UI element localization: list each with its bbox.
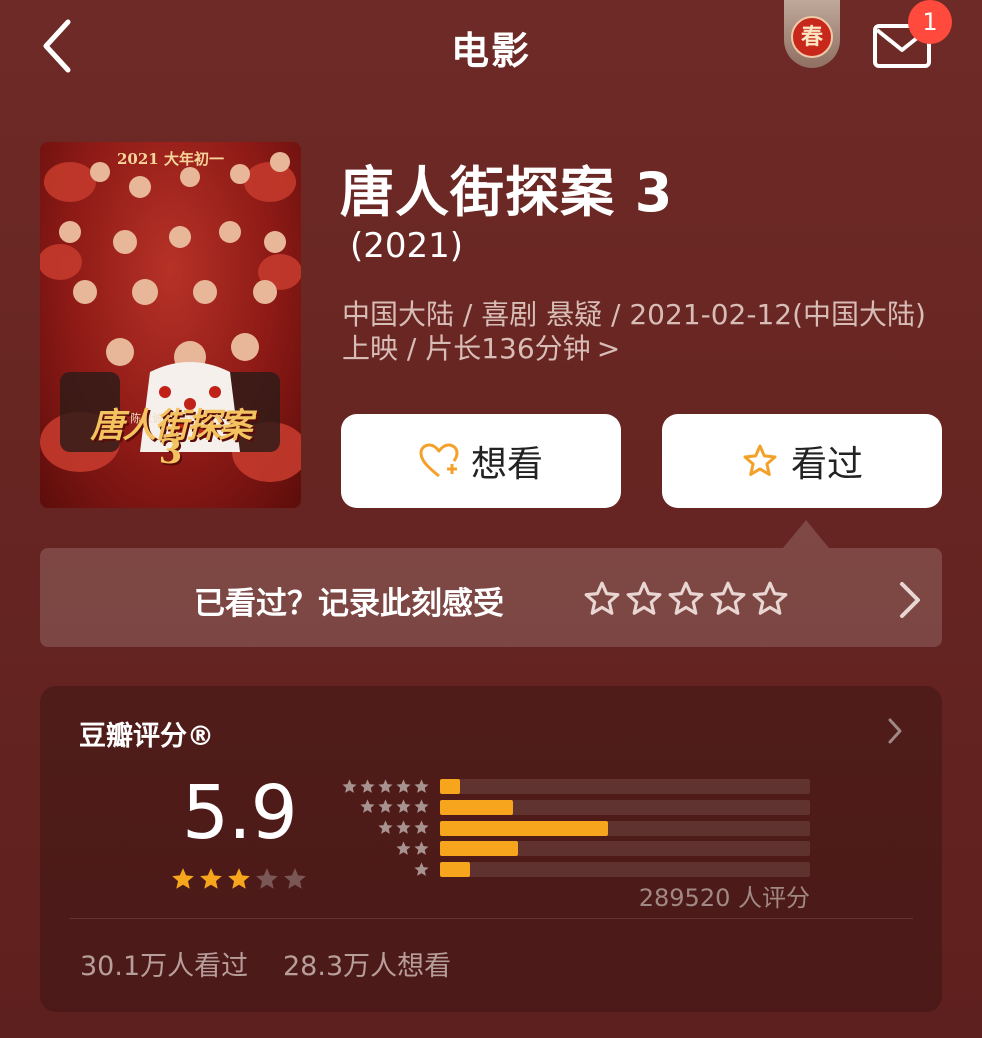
small-star-icon	[378, 778, 393, 793]
distribution-bar-fill	[440, 779, 461, 794]
distribution-stars	[336, 778, 430, 795]
wishlist-count: 28.3万人想看	[283, 951, 452, 982]
small-star-icon	[342, 778, 357, 793]
empty-star-icon	[284, 868, 306, 889]
heart-plus-icon	[419, 443, 459, 478]
distribution-bar-track	[440, 779, 810, 794]
distribution-row	[336, 838, 816, 858]
chevron-right-icon: >	[596, 332, 621, 365]
empty-star-icon[interactable]	[751, 580, 789, 618]
spring-badge-icon: 春	[791, 16, 833, 58]
distribution-bar-track	[440, 820, 810, 836]
small-star-icon	[396, 820, 411, 834]
want-to-watch-button[interactable]: 想看	[341, 414, 621, 508]
small-star-icon	[378, 799, 393, 814]
watched-button[interactable]: 看过	[662, 414, 942, 508]
small-star-icon	[378, 820, 393, 834]
empty-star-icon[interactable]	[709, 580, 747, 618]
star-outline-icon	[743, 444, 777, 476]
small-star-icon	[360, 778, 375, 793]
movie-title: 唐人街探案 3	[340, 161, 674, 224]
poster-number-art: 3	[158, 432, 183, 472]
distribution-bar-fill	[440, 820, 608, 836]
distribution-row	[336, 859, 816, 879]
tooltip-pointer	[783, 520, 829, 548]
small-star-icon	[414, 799, 429, 814]
small-star-icon	[414, 862, 429, 876]
chevron-right-icon[interactable]	[886, 716, 904, 746]
score-star-rating	[170, 866, 308, 892]
divider	[70, 918, 913, 919]
distribution-stars	[336, 819, 430, 836]
spring-festival-badge[interactable]: 春	[784, 0, 840, 68]
distribution-row	[336, 818, 816, 838]
small-star-icon	[396, 841, 411, 855]
empty-star-icon[interactable]	[625, 580, 663, 618]
empty-star-icon[interactable]	[583, 580, 621, 618]
distribution-bar-fill	[440, 799, 514, 815]
record-star-rating[interactable]	[583, 580, 789, 620]
small-star-icon	[414, 778, 429, 793]
small-star-icon	[396, 778, 411, 793]
distribution-stars	[336, 798, 430, 815]
filled-star-icon	[200, 868, 222, 889]
notification-count-badge: 1	[908, 0, 952, 44]
watched-label: 看过	[790, 444, 863, 485]
poster-tagline: 2021 大年初一	[117, 150, 224, 168]
small-star-icon	[360, 799, 375, 814]
douban-rating-label: 豆瓣评分®	[79, 721, 214, 752]
distribution-bar-fill	[440, 862, 470, 878]
distribution-row	[336, 776, 816, 796]
movie-poster[interactable]: 2021 大年初一 陈思诚 导演作品 唐人街探案 3	[40, 142, 301, 508]
small-star-icon	[396, 799, 411, 814]
empty-star-icon[interactable]	[667, 580, 705, 618]
record-feeling-prompt: 已看过？记录此刻感受	[194, 586, 504, 622]
movie-meta-line1: 中国大陆 / 喜剧 悬疑 / 2021-02-12(中国大陆)	[342, 298, 926, 331]
filled-star-icon	[228, 868, 250, 889]
distribution-bar-track	[440, 862, 810, 878]
chevron-right-icon[interactable]	[898, 580, 922, 620]
small-star-icon	[414, 820, 429, 834]
distribution-bar-track	[440, 841, 810, 857]
rating-count: 289520 人评分	[638, 884, 810, 912]
filled-star-icon	[172, 868, 194, 889]
want-to-watch-label: 想看	[470, 444, 543, 485]
movie-meta[interactable]: 中国大陆 / 喜剧 悬疑 / 2021-02-12(中国大陆) 上映 / 片长1…	[342, 298, 952, 366]
distribution-bar-track	[440, 799, 810, 815]
distribution-stars	[336, 861, 430, 878]
distribution-stars	[336, 840, 430, 857]
rating-score: 5.9	[182, 770, 298, 856]
empty-star-icon	[256, 868, 278, 889]
movie-year: (2021)	[350, 226, 464, 266]
small-star-icon	[414, 841, 429, 855]
movie-meta-line2: 上映 / 片长136分钟	[342, 332, 591, 365]
distribution-bar-fill	[440, 841, 519, 857]
distribution-row	[336, 797, 816, 817]
watched-count: 30.1万人看过	[80, 951, 249, 982]
